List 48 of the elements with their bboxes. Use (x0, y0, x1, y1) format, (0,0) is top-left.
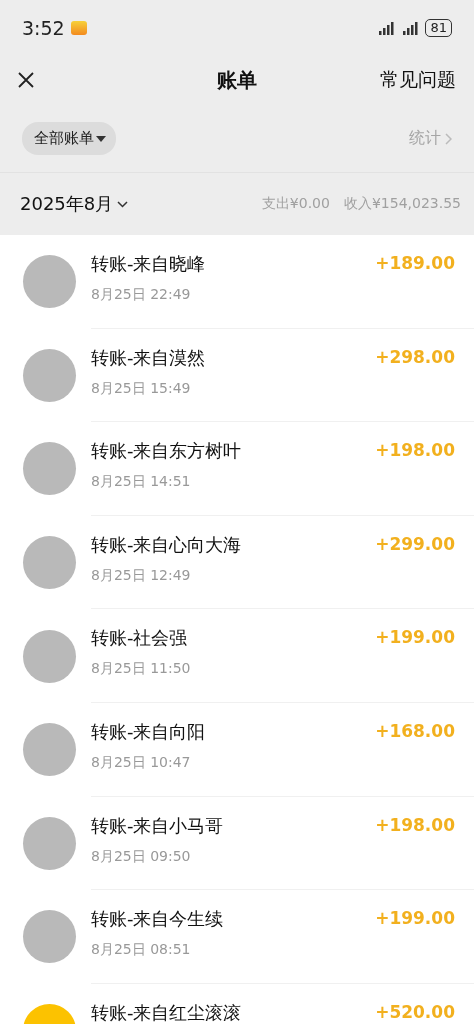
signal-icon (379, 20, 420, 35)
transaction-time: 8月25日 10:47 (91, 753, 192, 772)
avatar-photo-placeholder (23, 723, 76, 777)
close-button[interactable] (18, 72, 34, 88)
transaction-title: 转账-来自向阳 (91, 719, 206, 744)
transaction-time: 8月25日 22:49 (91, 286, 192, 304)
month-selector[interactable]: 2025年8月 (20, 192, 129, 216)
transaction-title: 转账-社会强 (91, 626, 189, 651)
transaction-title: 转账-来自东方树叶 (91, 439, 242, 464)
avatar-photo-placeholder (23, 536, 76, 590)
transaction-title: 转账-来自小马哥 (91, 813, 224, 838)
battery-icon: 81 (425, 18, 452, 37)
avatar-photo-placeholder (23, 442, 76, 496)
chevron-down-icon (117, 200, 129, 208)
transaction-amount: +298.00 (375, 346, 455, 367)
transaction-time: 8月25日 11:50 (91, 660, 191, 679)
status-time: 3:52 (22, 16, 65, 39)
transaction-time: 8月25日 15:49 (91, 379, 192, 398)
avatar-photo-placeholder (23, 629, 76, 683)
transaction-title: 转账-来自晓峰 (91, 252, 206, 276)
transaction-amount: +168.00 (375, 720, 455, 741)
transaction-amount: +199.00 (375, 627, 455, 648)
transaction-amount: +199.00 (375, 908, 455, 929)
income-total: 收入¥154,023.55 (343, 195, 461, 213)
chevron-right-icon (445, 132, 452, 145)
transaction-amount: +520.00 (375, 1001, 455, 1022)
transaction-time: 8月25日 08:51 (91, 941, 192, 960)
transaction-title: 转账-来自今生续 (91, 907, 224, 932)
faq-link[interactable]: 常见问题 (380, 67, 456, 93)
dropdown-triangle-icon (96, 135, 106, 142)
transaction-time: 8月25日 12:49 (91, 566, 192, 585)
mail-icon (70, 20, 87, 35)
avatar-photo-placeholder (23, 255, 76, 309)
avatar-photo-placeholder (23, 910, 76, 964)
page-title: 账单 (217, 66, 257, 94)
transaction-amount: +198.00 (375, 814, 455, 835)
transaction-title: 转账-来自心向大海 (91, 532, 242, 557)
transaction-time: 8月25日 09:50 (91, 847, 192, 866)
bill-filter-dropdown[interactable]: 全部账单 (22, 122, 116, 155)
transaction-amount: +198.00 (375, 440, 455, 461)
transaction-title: 转账-来自红尘滚滚 (91, 1000, 242, 1024)
avatar-photo-placeholder (23, 348, 76, 402)
transaction-amount: +189.00 (375, 253, 455, 273)
transaction-amount: +299.00 (375, 533, 455, 554)
transaction-title: 转账-来自漠然 (91, 345, 206, 370)
avatar-photo-placeholder (23, 816, 76, 870)
transaction-time: 8月25日 14:51 (91, 473, 192, 492)
expense-total: 支出¥0.00 (261, 195, 330, 213)
